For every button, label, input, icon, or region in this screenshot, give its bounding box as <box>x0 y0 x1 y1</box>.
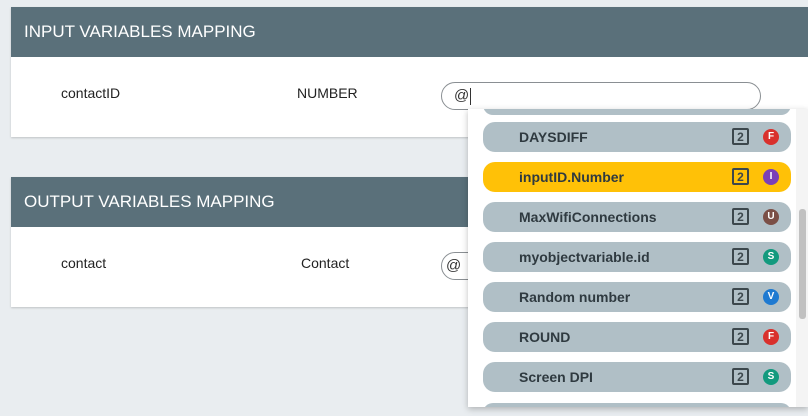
number-type-icon: 2 <box>732 288 749 305</box>
output-variable-name: contact <box>61 255 107 271</box>
variable-kind-badge: S <box>763 369 779 385</box>
number-type-icon: 2 <box>732 208 749 225</box>
number-type-icon: 2 <box>732 248 749 265</box>
text-caret <box>470 87 472 105</box>
number-type-icon: 2 <box>732 328 749 345</box>
variable-kind-badge: V <box>763 289 779 305</box>
dropdown-item-label: inputID.Number <box>519 169 624 185</box>
dropdown-item-label: myobjectvariable.id <box>519 249 650 265</box>
input-variable-type: NUMBER <box>297 85 358 101</box>
dropdown-item[interactable]: inputID.Number 2 I <box>483 162 791 192</box>
number-type-icon: 2 <box>732 168 749 185</box>
dropdown-item[interactable]: myobjectvariable.id 2 S <box>483 242 791 272</box>
input-panel-title: INPUT VARIABLES MAPPING <box>11 7 808 57</box>
variable-kind-badge: I <box>763 169 779 185</box>
variable-autocomplete-dropdown[interactable]: DAYSDIFF 2 FinputID.Number 2 I MaxWifiConnect… <box>468 109 808 407</box>
dropdown-item-label: Random number <box>519 289 631 305</box>
dropdown-item-partial-bottom[interactable] <box>483 403 791 407</box>
dropdown-item[interactable]: Screen DPI 2 S <box>483 362 791 392</box>
dropdown-item-label: MaxWifiConnections <box>519 209 657 225</box>
input-mapping-value: @ <box>454 87 470 104</box>
variable-kind-badge: F <box>763 129 779 145</box>
input-variable-name: contactID <box>61 85 121 101</box>
dropdown-item[interactable]: ROUND 2 F <box>483 322 791 352</box>
variable-kind-badge: S <box>763 249 779 265</box>
output-variable-type: Contact <box>301 255 350 271</box>
dropdown-item[interactable]: Random number 2 V <box>483 282 791 312</box>
number-type-icon: 2 <box>732 128 749 145</box>
variable-kind-badge: F <box>763 329 779 345</box>
dropdown-item-label: ROUND <box>519 329 571 345</box>
dropdown-item[interactable]: DAYSDIFF 2 F <box>483 122 791 152</box>
number-type-icon: 2 <box>732 368 749 385</box>
output-mapping-value: @ <box>446 257 462 274</box>
dropdown-item-label: Screen DPI <box>519 369 593 385</box>
variable-kind-badge: U <box>763 209 779 225</box>
dropdown-item[interactable]: MaxWifiConnections 2 U <box>483 202 791 232</box>
input-mapping-field[interactable]: @ <box>441 82 761 110</box>
dropdown-scrollbar-thumb[interactable] <box>799 209 806 319</box>
dropdown-item-label: DAYSDIFF <box>519 129 588 145</box>
dropdown-item-partial-top[interactable] <box>483 109 791 115</box>
